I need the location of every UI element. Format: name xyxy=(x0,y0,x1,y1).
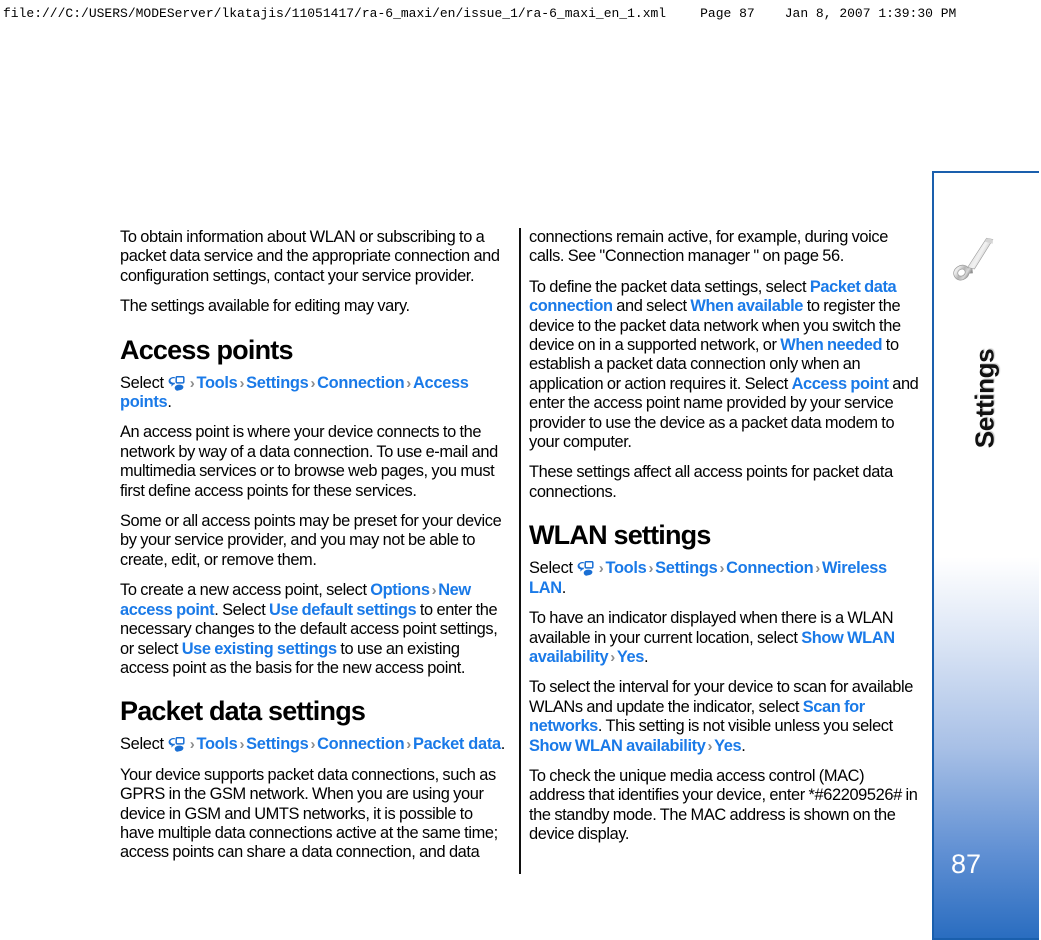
path-crumb: Settings xyxy=(246,373,309,392)
page-content: To obtain information about WLAN or subs… xyxy=(120,228,920,876)
command-when-available: When available xyxy=(690,297,804,316)
paragraph-new-access-point: To create a new access point, select Opt… xyxy=(120,581,510,678)
path-crumb: Connection xyxy=(317,735,405,754)
path-crumb: Connection xyxy=(317,373,405,392)
command-yes: Yes xyxy=(616,647,645,666)
side-tab-label: Settings xyxy=(969,348,1000,449)
document-page: To obtain information about WLAN or subs… xyxy=(0,0,1041,940)
text-run: . Select xyxy=(214,600,270,619)
select-path-access-points: Select › Tools › Settings › Connection › Access … xyxy=(120,374,510,413)
path-separator: › xyxy=(310,374,316,392)
paragraph: These settings affect all access points … xyxy=(529,463,893,501)
path-separator: › xyxy=(406,374,411,392)
paragraph-scan-for-networks: To select the interval for your device t… xyxy=(529,678,919,756)
command-access-point: Access point xyxy=(791,374,889,393)
section-heading-wlan-settings: WLAN settings xyxy=(529,520,711,551)
select-path-wlan: Select › Tools › Settings › Connection › Wireles… xyxy=(529,559,919,598)
path-crumb: Packet data xyxy=(412,735,501,754)
path-separator: › xyxy=(239,736,245,754)
command-options: Options xyxy=(370,581,430,600)
path-separator: › xyxy=(719,560,725,578)
paragraph: Some or all access points may be preset … xyxy=(120,512,502,569)
path-crumb: Settings xyxy=(655,559,718,578)
paragraph: To obtain information about WLAN or subs… xyxy=(120,228,500,285)
paragraph-show-wlan-availability: To have an indicator displayed when ther… xyxy=(529,609,919,667)
paragraph: The settings available for editing may v… xyxy=(120,297,410,316)
command-yes: Yes xyxy=(714,736,742,755)
text-run: . This setting is not visible unless you… xyxy=(597,717,893,736)
paragraph: To check the unique media access control… xyxy=(529,766,918,844)
path-trailing: . xyxy=(167,393,172,412)
section-heading-packet-data-settings: Packet data settings xyxy=(120,696,366,727)
path-separator: › xyxy=(648,560,654,578)
command-show-wlan-availability: Show WLAN availability xyxy=(529,736,706,755)
path-crumb: Connection xyxy=(726,559,814,578)
path-separator: › xyxy=(431,582,437,600)
select-lead: Select xyxy=(120,373,164,392)
wrench-icon xyxy=(948,235,1004,287)
path-trailing: . xyxy=(500,735,506,754)
text-run: and select xyxy=(612,297,691,316)
menu-icon xyxy=(577,561,594,577)
right-column: connections remain active, for example, … xyxy=(529,228,919,856)
path-separator: › xyxy=(310,736,316,754)
side-tab-gradient xyxy=(934,557,1039,938)
paragraph: An access point is where your device con… xyxy=(120,423,498,500)
command-use-default-settings: Use default settings xyxy=(269,600,417,619)
menu-icon xyxy=(168,737,185,753)
text-run: To define the packet data settings, sele… xyxy=(529,277,810,296)
left-column: To obtain information about WLAN or subs… xyxy=(120,228,510,874)
text-run: . xyxy=(741,736,746,755)
section-heading-access-points: Access points xyxy=(120,334,293,365)
chapter-side-tab: Settings 87 xyxy=(932,171,1039,940)
path-crumb: Tools xyxy=(196,373,238,392)
path-trailing: . xyxy=(561,578,567,597)
page-number: 87 xyxy=(951,849,982,879)
command-use-existing-settings: Use existing settings xyxy=(181,639,337,658)
text-run: . xyxy=(644,647,649,666)
text-run: To create a new access point, select xyxy=(120,581,371,600)
paragraph: Your device supports packet data connect… xyxy=(120,765,498,862)
command-when-needed: When needed xyxy=(780,336,883,355)
path-separator: › xyxy=(815,560,820,578)
path-separator: › xyxy=(610,648,615,666)
path-crumb: Tools xyxy=(196,735,238,754)
path-crumb: Settings xyxy=(246,735,309,754)
select-path-packet-data: Select › Tools › Settings › Connection › Packet … xyxy=(120,735,510,754)
paragraph-packet-data-settings: To define the packet data settings, sele… xyxy=(529,278,919,453)
select-lead: Select xyxy=(529,559,573,578)
paragraph: connections remain active, for example, … xyxy=(529,228,888,266)
menu-icon xyxy=(168,375,185,391)
path-separator: › xyxy=(406,736,411,754)
select-lead: Select xyxy=(120,735,164,754)
path-separator: › xyxy=(707,737,713,755)
path-crumb: Tools xyxy=(605,559,647,578)
path-separator: › xyxy=(239,374,245,392)
